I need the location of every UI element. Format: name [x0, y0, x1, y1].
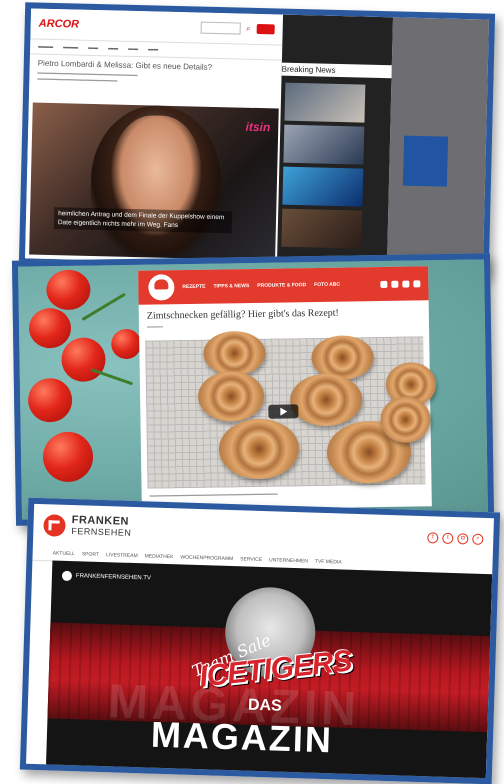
nav-wochenprogramm[interactable]: WOCHENPROGRAMM	[180, 554, 233, 562]
video-caption: heimlichen Antrag und dem Finale der Kup…	[53, 207, 233, 234]
recipe-video[interactable]	[145, 330, 437, 489]
cinnamon-roll	[203, 330, 266, 376]
search-icon[interactable]: ⌕	[246, 24, 251, 34]
chef-hat-icon[interactable]	[148, 274, 175, 301]
share-icon[interactable]	[413, 279, 421, 287]
nav-produkte[interactable]: PRODUKTE & FOOD	[257, 282, 306, 289]
search-icon[interactable]: ⌕	[472, 533, 484, 545]
news-thumb[interactable]	[282, 166, 364, 207]
news-thumb[interactable]	[281, 208, 363, 249]
login-button[interactable]	[256, 23, 275, 35]
channel-icon	[61, 570, 73, 582]
nav-foto[interactable]: FOTO ABC	[314, 282, 340, 288]
cinnamon-roll	[380, 396, 431, 443]
arcor-logo[interactable]: ARCOR	[39, 18, 80, 31]
ad-banner[interactable]	[402, 135, 449, 187]
search-input[interactable]	[200, 21, 241, 35]
nav-mediathek[interactable]: MEDIATHEK	[145, 553, 174, 560]
mail-icon[interactable]	[391, 280, 399, 288]
nav-item[interactable]: ▬▬	[148, 46, 158, 52]
nav-tvf-media[interactable]: TVF MEDIA	[315, 559, 342, 566]
instagram-icon[interactable]: ◘	[457, 532, 469, 544]
chefkoch-screenshot: REZEPTE TIPPS & NEWS PRODUKTE & FOOD FOT…	[11, 253, 495, 526]
article-video[interactable]: itsin heimlichen Antrag und dem Finale d…	[29, 102, 279, 261]
arcor-screenshot: ARCOR ⌕ ▬▬▬ ▬▬▬ ▬▬ ▬▬ ▬▬ ▬▬ Pietro Lomba…	[18, 2, 496, 276]
nav-aktuell[interactable]: AKTUELL	[53, 550, 75, 557]
nav-item[interactable]: ▬▬	[88, 45, 98, 51]
sidebar-title: Breaking News	[281, 62, 392, 79]
channel-label: FRANKENFERNSEHEN.TV	[61, 570, 152, 584]
das-label: DAS	[247, 696, 283, 715]
twitter-icon[interactable]: t	[442, 532, 454, 544]
facebook-icon[interactable]	[402, 280, 410, 288]
ff-social: f t ◘ ⌕	[427, 531, 484, 545]
nav-item[interactable]: ▬▬	[128, 46, 138, 52]
channel-name: FRANKENFERNSEHEN.TV	[75, 573, 152, 582]
ff-logo-icon[interactable]	[43, 514, 66, 537]
nav-rezepte[interactable]: REZEPTE	[182, 284, 205, 290]
recipe-page: REZEPTE TIPPS & NEWS PRODUKTE & FOOD FOT…	[138, 266, 437, 511]
magazin-title: MAGAZIN	[150, 713, 334, 761]
ff-video[interactable]: FRANKENFERNSEHEN.TV MAGAZIN Team Sale IC…	[45, 560, 493, 780]
pinterest-icon[interactable]	[380, 280, 388, 288]
nav-service[interactable]: SERVICE	[240, 556, 262, 563]
ff-logo-line2: FERNSEHEN	[71, 526, 132, 538]
facebook-icon[interactable]: f	[427, 531, 439, 544]
brand-logo: itsin	[245, 119, 271, 135]
cinnamon-roll	[289, 373, 363, 427]
recipe-caption: ▬▬▬▬▬▬▬▬▬▬▬▬▬▬▬▬▬▬▬▬▬▬▬▬▬▬▬▬▬▬▬▬	[149, 490, 278, 498]
frankenfernsehen-screenshot: FRANKEN FERNSEHEN f t ◘ ⌕ AKTUELL SPORT …	[19, 497, 501, 784]
play-icon[interactable]	[268, 404, 299, 419]
arcor-page: ARCOR ⌕ ▬▬▬ ▬▬▬ ▬▬ ▬▬ ▬▬ ▬▬ Pietro Lomba…	[25, 8, 284, 265]
nav-unternehmen[interactable]: UNTERNEHMEN	[269, 557, 308, 564]
nav-item[interactable]: ▬▬	[108, 45, 118, 51]
nav-tipps[interactable]: TIPPS & NEWS	[213, 283, 249, 290]
nav-livestream[interactable]: LIVESTREAM	[106, 552, 138, 559]
news-thumb[interactable]	[283, 124, 365, 165]
recipe-nav: REZEPTE TIPPS & NEWS PRODUKTE & FOOD FOT…	[138, 266, 429, 305]
ad-column	[386, 17, 493, 270]
ff-logo-text[interactable]: FRANKEN FERNSEHEN	[71, 514, 132, 539]
news-thumb[interactable]	[284, 82, 366, 123]
nav-item[interactable]: ▬▬▬	[63, 44, 78, 50]
cinnamon-roll	[218, 418, 300, 480]
nav-item[interactable]: ▬▬▬	[38, 44, 53, 50]
nav-sport[interactable]: SPORT	[82, 551, 99, 558]
cinnamon-roll	[197, 370, 265, 422]
